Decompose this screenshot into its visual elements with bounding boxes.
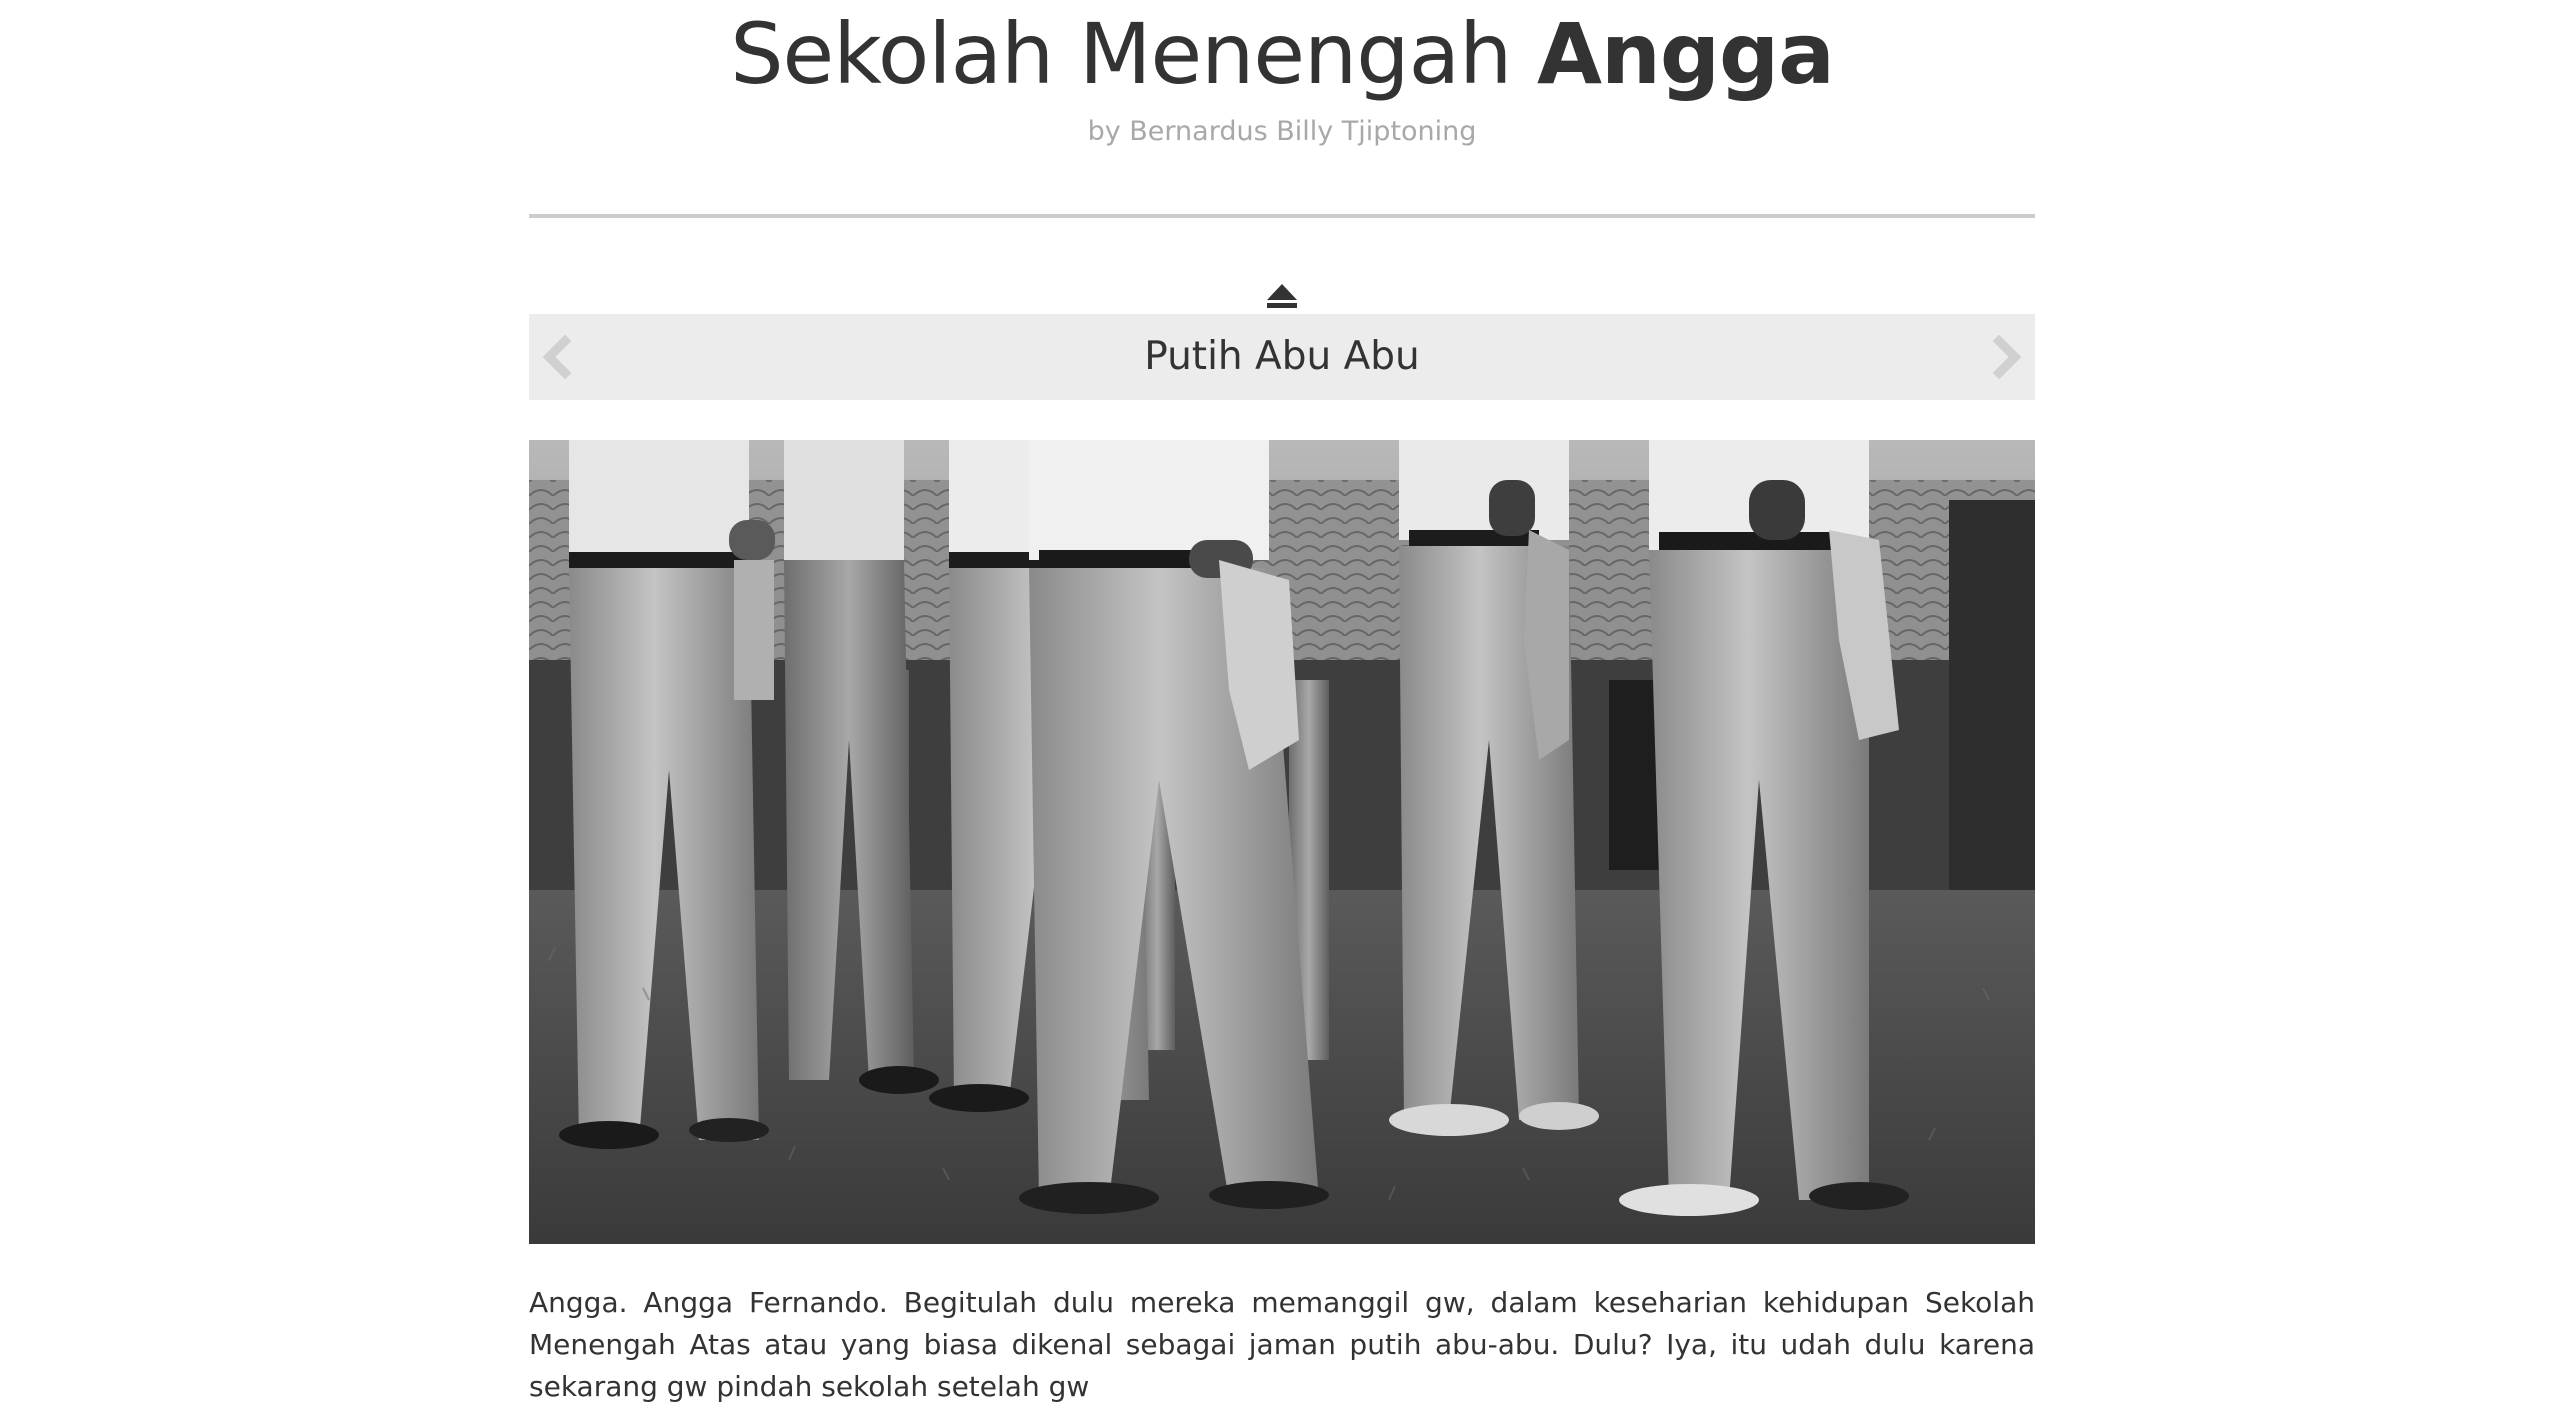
site-title[interactable]: Sekolah Menengah Angga bbox=[529, 4, 2035, 104]
site-title-regular: Sekolah Menengah bbox=[730, 5, 1538, 103]
eject-icon[interactable] bbox=[1260, 278, 1304, 314]
chevron-right-icon[interactable] bbox=[1983, 334, 2027, 380]
gallery-nav-bar: Putih Abu Abu bbox=[529, 314, 2035, 400]
gallery-caption: Putih Abu Abu bbox=[1144, 334, 1420, 379]
header-divider bbox=[529, 214, 2035, 218]
article-paragraph: Angga. Angga Fernando. Begitulah dulu me… bbox=[529, 1286, 2035, 1403]
gallery-photo[interactable] bbox=[529, 440, 2035, 1244]
author-byline: by Bernardus Billy Tjiptoning bbox=[1087, 116, 1477, 147]
site-title-bold: Angga bbox=[1537, 5, 1835, 103]
